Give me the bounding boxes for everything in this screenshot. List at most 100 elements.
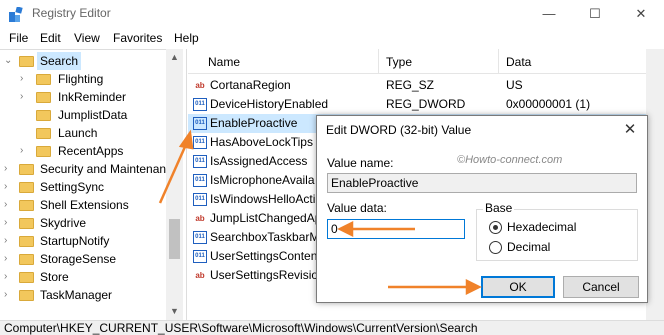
tree-item-label: SettingSync <box>40 180 105 194</box>
value-name-field[interactable]: EnableProactive <box>327 173 637 193</box>
tree-item-flighting[interactable]: › Flighting <box>20 70 166 88</box>
dword-value-icon: 011 <box>193 98 207 111</box>
decimal-label[interactable]: Decimal <box>507 240 550 254</box>
value-data: US <box>506 78 523 92</box>
tree-item-label: JumplistData <box>58 108 128 122</box>
column-name[interactable]: Name <box>208 55 240 69</box>
tree-item-label: RecentApps <box>58 144 124 158</box>
pane-splitter[interactable] <box>183 49 187 320</box>
tree-item-recentapps[interactable]: › RecentApps <box>20 142 166 160</box>
column-divider[interactable] <box>498 49 499 74</box>
value-data-input[interactable]: 0 <box>327 219 465 239</box>
column-type[interactable]: Type <box>386 55 412 69</box>
folder-icon <box>36 74 51 85</box>
chevron-right-icon[interactable]: › <box>4 214 14 232</box>
folder-icon <box>36 146 51 157</box>
dword-value-icon: 011 <box>193 193 207 206</box>
title-bar: Registry Editor — ☐ ✕ <box>0 0 664 28</box>
tree-item-inkreminder[interactable]: › InkReminder <box>20 88 166 106</box>
cancel-button[interactable]: Cancel <box>563 276 639 298</box>
chevron-right-icon[interactable]: › <box>20 70 30 88</box>
folder-icon <box>19 200 34 211</box>
dword-value-icon: 011 <box>193 231 207 244</box>
dword-value-icon: 011 <box>193 136 207 149</box>
tree-item-label: TaskManager <box>40 288 113 302</box>
menu-edit[interactable]: Edit <box>40 31 61 45</box>
value-type: REG_DWORD <box>386 97 466 111</box>
hexadecimal-label[interactable]: Hexadecimal <box>507 220 576 234</box>
tree-item-storagesense[interactable]: › StorageSense <box>4 250 166 268</box>
scroll-thumb[interactable] <box>169 219 180 259</box>
dword-value-icon: 011 <box>193 117 207 130</box>
list-scrollbar[interactable] <box>646 49 664 320</box>
tree-item-launch[interactable]: Launch <box>20 124 166 142</box>
tree-item-label: Shell Extensions <box>40 198 129 212</box>
minimize-button[interactable]: — <box>526 0 572 28</box>
list-item[interactable]: 011 DeviceHistoryEnabled REG_DWORD 0x000000… <box>188 95 664 114</box>
column-divider[interactable] <box>378 49 379 74</box>
dword-value-icon: 011 <box>193 174 207 187</box>
value-type: REG_SZ <box>386 78 435 92</box>
chevron-right-icon[interactable]: › <box>4 160 14 178</box>
decimal-radio[interactable] <box>489 241 502 254</box>
tree-item-label: Launch <box>58 126 98 140</box>
column-data[interactable]: Data <box>506 55 531 69</box>
chevron-right-icon[interactable]: › <box>4 178 14 196</box>
tree-item-settingsync[interactable]: › SettingSync <box>4 178 166 196</box>
string-value-icon: ab <box>195 81 205 90</box>
string-value-icon: ab <box>195 214 205 223</box>
folder-icon <box>19 164 34 175</box>
menu-bar: File Edit View Favorites Help <box>0 28 664 48</box>
tree-item-startupnotify[interactable]: › StartupNotify <box>4 232 166 250</box>
chevron-down-icon[interactable]: ⌄ <box>4 52 14 70</box>
folder-icon <box>19 56 34 67</box>
chevron-right-icon[interactable]: › <box>4 232 14 250</box>
tree-item-label: StartupNotify <box>40 234 110 248</box>
menu-file[interactable]: File <box>9 31 28 45</box>
dialog-title-bar: Edit DWORD (32-bit) Value ✕ <box>317 116 647 144</box>
chevron-right-icon[interactable]: › <box>4 268 14 286</box>
scroll-up-arrow-icon[interactable]: ▲ <box>166 49 183 66</box>
tree-item-taskmanager[interactable]: › TaskManager <box>4 286 166 304</box>
folder-icon <box>36 92 51 103</box>
menu-view[interactable]: View <box>74 31 100 45</box>
ok-button[interactable]: OK <box>481 276 555 298</box>
folder-icon <box>19 218 34 229</box>
value-data: 0x00000001 (1) <box>506 97 591 111</box>
chevron-right-icon[interactable]: › <box>20 88 30 106</box>
registry-editor-icon <box>9 7 23 22</box>
tree-item-shell-extensions[interactable]: › Shell Extensions <box>4 196 166 214</box>
folder-icon <box>36 128 51 139</box>
list-header: Name Type Data <box>188 49 664 74</box>
chevron-right-icon[interactable]: › <box>4 196 14 214</box>
tree-item-store[interactable]: › Store <box>4 268 166 286</box>
tree-item-label: StorageSense <box>40 252 117 266</box>
list-item[interactable]: ab CortanaRegion REG_SZ US <box>188 76 664 95</box>
base-groupbox <box>476 209 638 261</box>
tree-item-jumplistdata[interactable]: JumplistData <box>20 106 166 124</box>
tree-item-skydrive[interactable]: › Skydrive <box>4 214 166 232</box>
tree-scrollbar[interactable]: ▲ ▼ <box>166 49 183 320</box>
folder-icon <box>19 236 34 247</box>
tree-item-label: Security and Maintenan <box>40 162 166 176</box>
tree-item-label: Store <box>40 270 69 284</box>
chevron-right-icon[interactable]: › <box>20 142 30 160</box>
string-value-icon: ab <box>195 271 205 280</box>
dword-value-icon: 011 <box>193 155 207 168</box>
dialog-close-button[interactable]: ✕ <box>613 116 647 144</box>
hexadecimal-radio[interactable] <box>489 221 502 234</box>
chevron-right-icon[interactable]: › <box>4 286 14 304</box>
menu-help[interactable]: Help <box>174 31 199 45</box>
tree-item-search[interactable]: ⌄ Search <box>4 52 164 70</box>
tree-item-security-and-maintenance[interactable]: › Security and Maintenan <box>4 160 166 178</box>
tree-item-label: Flighting <box>58 72 104 86</box>
registry-tree[interactable]: ⌄ Search › Flighting › InkReminder Jumpl… <box>0 49 166 320</box>
folder-icon <box>19 254 34 265</box>
value-name-label: Value name: <box>327 156 394 170</box>
scroll-down-arrow-icon[interactable]: ▼ <box>166 303 183 320</box>
close-button[interactable]: ✕ <box>618 0 664 28</box>
chevron-right-icon[interactable]: › <box>4 250 14 268</box>
maximize-button[interactable]: ☐ <box>572 0 618 28</box>
tree-item-label: Skydrive <box>40 216 87 230</box>
menu-favorites[interactable]: Favorites <box>113 31 162 45</box>
